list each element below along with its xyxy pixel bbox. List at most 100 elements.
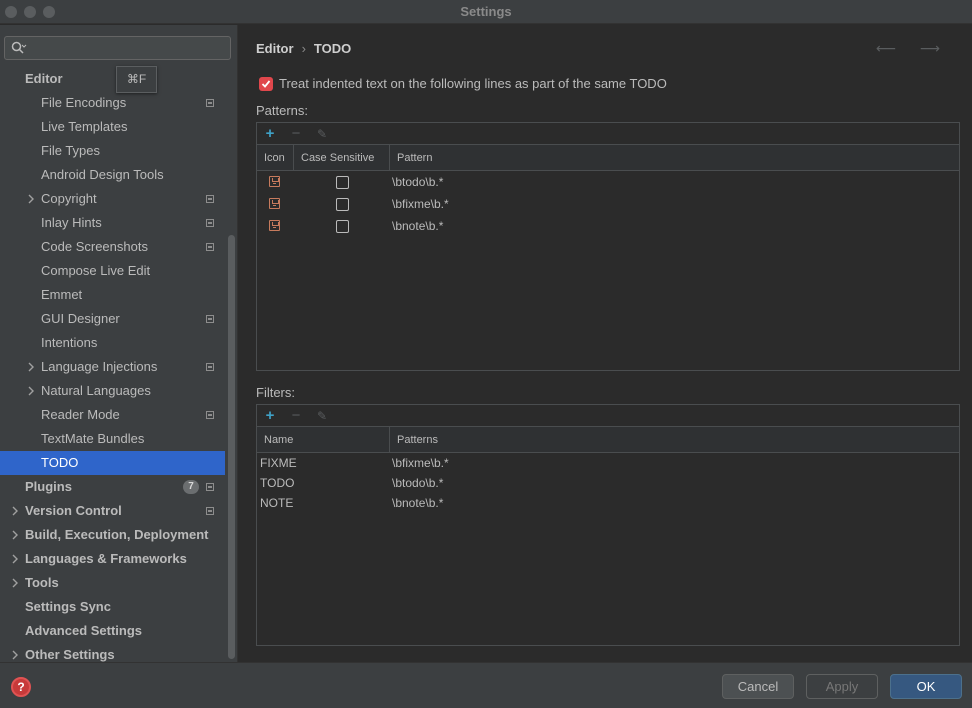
sidebar-item[interactable]: Compose Live Edit bbox=[0, 259, 225, 283]
column-patterns[interactable]: Patterns bbox=[390, 427, 959, 453]
column-name[interactable]: Name bbox=[257, 427, 390, 453]
cancel-button[interactable]: Cancel bbox=[722, 674, 794, 699]
chevron-right-icon[interactable] bbox=[25, 187, 37, 211]
sidebar-item[interactable]: Build, Execution, Deployment bbox=[0, 523, 225, 547]
project-level-icon bbox=[206, 363, 214, 371]
sidebar-item[interactable]: Android Design Tools bbox=[0, 163, 225, 187]
column-pattern[interactable]: Pattern bbox=[390, 145, 959, 171]
sidebar-item[interactable]: TextMate Bundles bbox=[0, 427, 225, 451]
todo-icon[interactable] bbox=[269, 198, 280, 209]
filters-header: Name Patterns bbox=[257, 427, 959, 453]
case-sensitive-checkbox[interactable] bbox=[336, 198, 349, 211]
filters-table: + − ✎ Name Patterns FIXME \bfixme\b.* TODO… bbox=[256, 404, 960, 646]
filter-patterns-cell: \btodo\b.* bbox=[392, 476, 444, 490]
back-forward-arrows-icon[interactable]: ⟵ ⟶ bbox=[876, 40, 950, 57]
dialog-footer: ? Cancel Apply OK bbox=[0, 662, 972, 708]
sidebar-item-label: Live Templates bbox=[41, 119, 128, 134]
search-icon bbox=[11, 41, 27, 54]
breadcrumb-separator: › bbox=[301, 41, 306, 56]
table-row[interactable]: \btodo\b.* bbox=[257, 171, 959, 193]
settings-sidebar: ⌘F Editor File Encodings Live Templates Fil… bbox=[0, 25, 238, 662]
filter-patterns-cell: \bnote\b.* bbox=[392, 496, 444, 510]
sidebar-item-label: File Types bbox=[41, 143, 101, 158]
indented-todo-label: Treat indented text on the following lin… bbox=[279, 76, 667, 91]
edit-pattern-button[interactable]: ✎ bbox=[314, 126, 330, 142]
search-input[interactable] bbox=[4, 36, 231, 60]
sidebar-item[interactable]: Copyright bbox=[0, 187, 225, 211]
filter-name-cell: NOTE bbox=[260, 496, 294, 510]
sidebar-item[interactable]: Intentions bbox=[0, 331, 225, 355]
sidebar-item[interactable]: Emmet bbox=[0, 283, 225, 307]
sidebar-item[interactable]: Language Injections bbox=[0, 355, 225, 379]
todo-icon[interactable] bbox=[269, 220, 280, 231]
case-sensitive-checkbox[interactable] bbox=[336, 176, 349, 189]
remove-filter-button[interactable]: − bbox=[288, 408, 304, 424]
chevron-right-icon[interactable] bbox=[9, 523, 21, 547]
breadcrumb-current: TODO bbox=[313, 41, 352, 56]
add-pattern-button[interactable]: + bbox=[262, 126, 278, 142]
table-row[interactable]: TODO \btodo\b.* bbox=[257, 473, 959, 493]
sidebar-item[interactable]: File Encodings bbox=[0, 91, 225, 115]
sidebar-scrollbar[interactable] bbox=[228, 235, 235, 659]
patterns-header: Icon Case Sensitive Pattern bbox=[257, 145, 959, 171]
table-row[interactable]: \bnote\b.* bbox=[257, 215, 959, 237]
sidebar-item[interactable]: Plugins 7 bbox=[0, 475, 225, 499]
breadcrumb: Editor › TODO bbox=[256, 41, 351, 56]
sidebar-item[interactable]: Languages & Frameworks bbox=[0, 547, 225, 571]
sidebar-item[interactable]: TODO bbox=[0, 451, 225, 475]
patterns-toolbar: + − ✎ bbox=[257, 123, 959, 145]
sidebar-item-label: Version Control bbox=[25, 503, 122, 518]
remove-pattern-button[interactable]: − bbox=[288, 126, 304, 142]
project-level-icon bbox=[206, 507, 214, 515]
sidebar-item[interactable]: Settings Sync bbox=[0, 595, 225, 619]
edit-filter-button[interactable]: ✎ bbox=[314, 408, 330, 424]
case-sensitive-checkbox[interactable] bbox=[336, 220, 349, 233]
sidebar-item[interactable]: GUI Designer bbox=[0, 307, 225, 331]
table-row[interactable]: FIXME \bfixme\b.* bbox=[257, 453, 959, 473]
breadcrumb-parent[interactable]: Editor bbox=[256, 41, 294, 56]
sidebar-item-label: TextMate Bundles bbox=[41, 431, 145, 446]
column-case-sensitive[interactable]: Case Sensitive bbox=[294, 145, 390, 171]
sidebar-item[interactable]: Code Screenshots bbox=[0, 235, 225, 259]
sidebar-item[interactable]: Reader Mode bbox=[0, 403, 225, 427]
table-row[interactable]: \bfixme\b.* bbox=[257, 193, 959, 215]
indented-todo-checkbox[interactable] bbox=[259, 77, 273, 91]
help-icon[interactable]: ? bbox=[11, 677, 31, 697]
sidebar-item-label: Language Injections bbox=[41, 359, 158, 374]
sidebar-item[interactable]: Advanced Settings bbox=[0, 619, 225, 643]
ok-button[interactable]: OK bbox=[890, 674, 962, 699]
todo-settings-panel: Editor › TODO ⟵ ⟶ Treat indented text on t… bbox=[239, 25, 972, 662]
project-level-icon bbox=[206, 99, 214, 107]
project-level-icon bbox=[206, 195, 214, 203]
table-row[interactable]: NOTE \bnote\b.* bbox=[257, 493, 959, 513]
todo-icon[interactable] bbox=[269, 176, 280, 187]
sidebar-item[interactable]: Tools bbox=[0, 571, 225, 595]
project-level-icon bbox=[206, 219, 214, 227]
sidebar-item-label: Tools bbox=[25, 575, 59, 590]
add-filter-button[interactable]: + bbox=[262, 408, 278, 424]
project-level-icon bbox=[206, 243, 214, 251]
sidebar-item-label: File Encodings bbox=[41, 95, 127, 110]
sidebar-item-label: Copyright bbox=[41, 191, 97, 206]
sidebar-item-label: GUI Designer bbox=[41, 311, 120, 326]
sidebar-item[interactable]: Live Templates bbox=[0, 115, 225, 139]
sidebar-item[interactable]: Natural Languages bbox=[0, 379, 225, 403]
project-level-icon bbox=[206, 411, 214, 419]
sidebar-item-label: Inlay Hints bbox=[41, 215, 102, 230]
window-title: Settings bbox=[460, 4, 512, 19]
sidebar-item[interactable]: Inlay Hints bbox=[0, 211, 225, 235]
sidebar-item[interactable]: Version Control bbox=[0, 499, 225, 523]
apply-button[interactable]: Apply bbox=[806, 674, 878, 699]
sidebar-item-label: Plugins bbox=[25, 479, 72, 494]
chevron-right-icon[interactable] bbox=[9, 571, 21, 595]
filters-label: Filters: bbox=[256, 385, 295, 400]
chevron-right-icon[interactable] bbox=[9, 547, 21, 571]
chevron-right-icon[interactable] bbox=[25, 379, 37, 403]
pattern-cell: \bnote\b.* bbox=[392, 219, 444, 233]
column-icon[interactable]: Icon bbox=[257, 145, 294, 171]
chevron-right-icon[interactable] bbox=[9, 499, 21, 523]
sidebar-item[interactable]: Editor bbox=[0, 67, 225, 91]
chevron-right-icon[interactable] bbox=[25, 355, 37, 379]
sidebar-item-label: Languages & Frameworks bbox=[25, 551, 187, 566]
sidebar-item[interactable]: File Types bbox=[0, 139, 225, 163]
